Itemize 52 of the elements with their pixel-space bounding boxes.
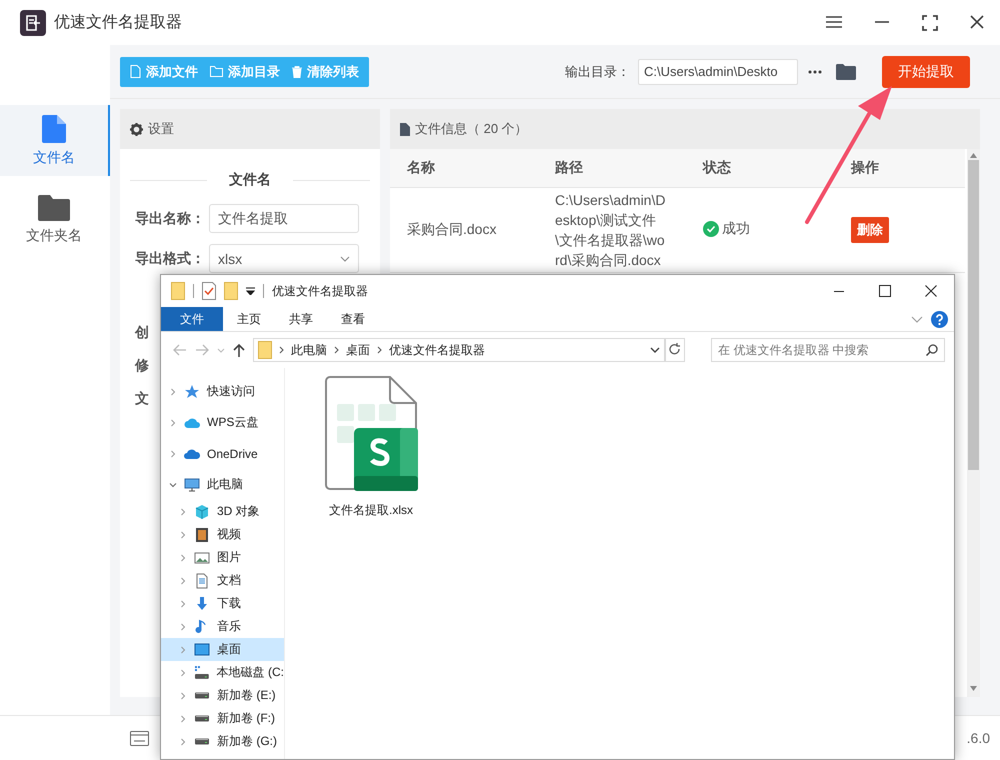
window-title: 优速文件名提取器: [272, 282, 368, 300]
tree-item[interactable]: WPS云盘: [161, 407, 284, 438]
ribbon-tab[interactable]: 主页: [223, 307, 275, 331]
panel-title: 设置: [148, 120, 174, 138]
nav-tab[interactable]: 文件名: [0, 105, 110, 176]
field-label: 导出格式：: [135, 250, 206, 268]
address-bar[interactable]: 此电脑 桌面 优速文件名提取器: [253, 338, 665, 362]
tree-item[interactable]: 新加卷 (G:): [161, 730, 284, 753]
tree-item[interactable]: 视频: [161, 523, 284, 546]
tree-item[interactable]: 本地磁盘 (C:: [161, 661, 284, 684]
window-title: 优速文件名提取器: [54, 12, 183, 33]
tree-item[interactable]: 音乐: [161, 615, 284, 638]
format-select[interactable]: xlsx: [209, 244, 359, 273]
tree-item[interactable]: 图片: [161, 546, 284, 569]
ribbon-tab[interactable]: 查看: [327, 307, 379, 331]
tree-item[interactable]: 新加卷 (F:): [161, 707, 284, 730]
ribbon-tab[interactable]: 文件: [161, 307, 223, 331]
section-title: 文件名: [229, 171, 271, 189]
field-label: 导出名称：: [135, 210, 206, 228]
start-button[interactable]: 开始提取: [882, 56, 970, 88]
status-cell: 成功: [703, 220, 750, 238]
column-header: 操作: [834, 149, 965, 188]
search-field[interactable]: 在 优速文件名提取器 中搜索: [711, 338, 945, 362]
nav-tab[interactable]: 文件夹名: [0, 184, 110, 255]
tree-item[interactable]: 快速访问: [161, 376, 284, 407]
tree-item[interactable]: 新加卷 (E:): [161, 684, 284, 707]
delete-button[interactable]: 删除: [851, 217, 889, 243]
ribbon-tab[interactable]: 共享: [275, 307, 327, 331]
output-label: 输出目录：: [565, 62, 630, 80]
field-label: 文: [135, 390, 149, 408]
tree-item[interactable]: 桌面: [161, 638, 284, 661]
file-item[interactable]: 文件名提取.xlsx: [323, 376, 419, 519]
field-label: 创: [135, 324, 149, 342]
table-cell: 采购合同.docx: [390, 188, 538, 272]
tree-item[interactable]: 3D 对象: [161, 500, 284, 523]
column-header: 路径: [538, 149, 686, 188]
panel-title: 文件信息（ 20 个）: [415, 120, 528, 138]
tree-item[interactable]: 此电脑: [161, 469, 284, 500]
column-header: 状态: [686, 149, 834, 188]
version-text: .6.0: [966, 730, 990, 746]
column-header: 名称: [390, 149, 538, 188]
field-label: 修: [135, 357, 149, 375]
output-path-field[interactable]: C:\Users\admin\Deskto: [638, 58, 798, 84]
breadcrumb[interactable]: 桌面: [346, 342, 370, 358]
tree-item[interactable]: OneDrive: [161, 438, 284, 469]
tree-item[interactable]: 下载: [161, 592, 284, 615]
file-name: 文件名提取.xlsx: [329, 502, 413, 519]
tree-item[interactable]: 文档: [161, 569, 284, 592]
table-cell-text: C:\Users\admin\Desktop\测试文件\文件名提取器\word\采购合同.docx: [555, 191, 666, 270]
name-field[interactable]: 文件名提取: [209, 204, 359, 233]
breadcrumb[interactable]: 此电脑: [291, 342, 327, 358]
breadcrumb[interactable]: 优速文件名提取器: [389, 342, 485, 358]
